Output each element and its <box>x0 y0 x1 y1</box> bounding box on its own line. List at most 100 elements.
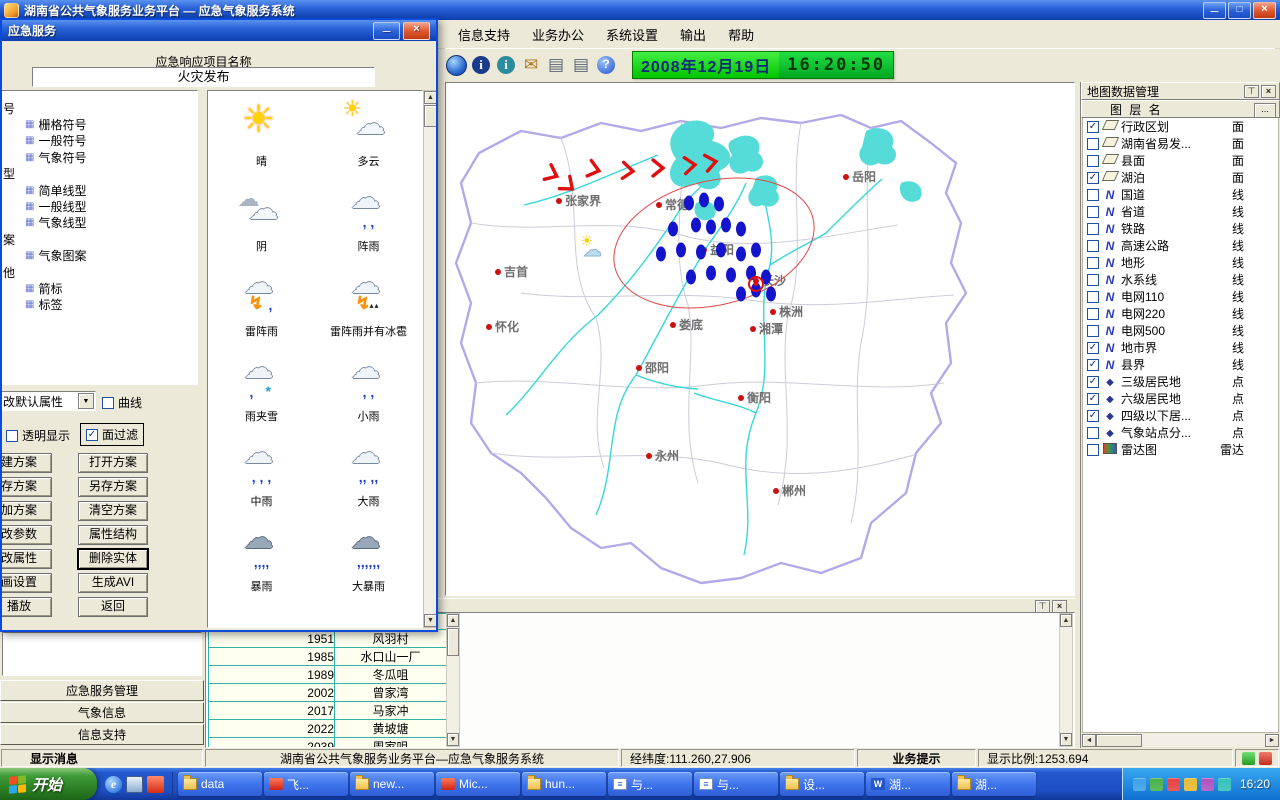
layer-row-19[interactable]: 雷达图雷达 <box>1083 441 1278 458</box>
scroll-up-icon[interactable] <box>424 91 437 104</box>
task-button-1[interactable]: 飞... <box>264 772 348 796</box>
layer-checkbox[interactable] <box>1087 427 1099 439</box>
dialog-left-button-5[interactable]: 画设置 <box>0 573 52 593</box>
table-row-7[interactable]: 2039周家咀 <box>209 738 447 749</box>
layer-checkbox[interactable] <box>1087 342 1099 354</box>
menu-item-4[interactable]: 帮助 <box>717 22 765 47</box>
table-row-1[interactable]: 1951风羽村 <box>209 630 447 648</box>
scroll-right-icon[interactable] <box>1265 734 1279 747</box>
layer-row-1[interactable]: 湖南省易发...面 <box>1083 135 1278 152</box>
task-button-4[interactable]: hun... <box>522 772 606 796</box>
dialog-minimize-icon[interactable] <box>373 22 400 40</box>
tree-item-9[interactable]: 气象图案 <box>1 248 197 264</box>
layer-row-2[interactable]: 县面面 <box>1083 152 1278 169</box>
table-row-2[interactable]: 1985水口山一厂 <box>209 648 447 666</box>
tree-item-5[interactable]: 简单线型 <box>1 182 197 198</box>
task-button-5[interactable]: 与... <box>608 772 692 796</box>
dialog-right-button-2[interactable]: 清空方案 <box>78 501 148 521</box>
layer-checkbox[interactable] <box>1087 257 1099 269</box>
task-button-3[interactable]: Mic... <box>436 772 520 796</box>
layer-row-8[interactable]: 地形线 <box>1083 254 1278 271</box>
layer-row-4[interactable]: 国道线 <box>1083 186 1278 203</box>
dialog-left-button-0[interactable]: 建方案 <box>0 453 52 473</box>
task-button-8[interactable]: 湖... <box>866 772 950 796</box>
layer-hscrollbar[interactable] <box>1082 734 1279 747</box>
table-scrollbar[interactable] <box>446 613 460 747</box>
tree-item-11[interactable]: 箭标 <box>1 280 197 296</box>
layer-row-11[interactable]: 电网220线 <box>1083 305 1278 322</box>
table-row-6[interactable]: 2022黄坡塘 <box>209 720 447 738</box>
layer-checkbox[interactable] <box>1087 359 1099 371</box>
scroll-up-icon[interactable] <box>447 614 459 627</box>
left-panel-button-2[interactable]: 信息支持 <box>0 724 204 745</box>
curve-checkbox[interactable]: 曲线 <box>102 394 142 411</box>
weather-symbol-11[interactable]: ☁,,,,,,大暴雨 <box>315 522 422 607</box>
layer-row-16[interactable]: 六级居民地点 <box>1083 390 1278 407</box>
layer-row-14[interactable]: 县界线 <box>1083 356 1278 373</box>
table-row-4[interactable]: 2002曾家湾 <box>209 684 447 702</box>
layer-row-7[interactable]: 高速公路线 <box>1083 237 1278 254</box>
menu-item-2[interactable]: 系统设置 <box>595 22 669 47</box>
pin-icon[interactable] <box>1244 85 1259 98</box>
tree-item-10[interactable]: 他 <box>1 264 197 280</box>
message-list[interactable] <box>2 632 202 676</box>
layer-checkbox[interactable] <box>1087 121 1099 133</box>
dialog-close-icon[interactable] <box>403 22 430 40</box>
layer-checkbox[interactable] <box>1087 444 1099 456</box>
tree-item-3[interactable]: 气象符号 <box>1 149 197 165</box>
tree-item-7[interactable]: 气象线型 <box>1 215 197 231</box>
layer-checkbox[interactable] <box>1087 325 1099 337</box>
weather-symbol-4[interactable]: ☁↯,雷阵雨 <box>208 267 315 352</box>
task-button-0[interactable]: data <box>178 772 262 796</box>
more-button[interactable]: ... <box>1254 103 1276 118</box>
layer-checkbox[interactable] <box>1087 189 1099 201</box>
table-row-3[interactable]: 1989冬瓜咀 <box>209 666 447 684</box>
map-area[interactable]: 张家界岳阳常德益阳长沙吉首怀化娄底株洲湘潭邵阳衡阳永州郴州☀☁ <box>445 82 1075 596</box>
chevron-down-icon[interactable] <box>78 393 94 409</box>
tree-item-6[interactable]: 一般线型 <box>1 198 197 214</box>
tray-icon-5[interactable] <box>1218 778 1231 791</box>
weather-symbol-2[interactable]: ☁☁阴 <box>208 182 315 267</box>
tray-icon-2[interactable] <box>1167 778 1180 791</box>
start-button[interactable]: 开始 <box>0 768 97 800</box>
dialog-left-button-2[interactable]: 加方案 <box>0 501 52 521</box>
dialog-right-button-6[interactable]: 返回 <box>78 597 148 617</box>
layer-row-13[interactable]: 地市界线 <box>1083 339 1278 356</box>
checkbox-checked-icon[interactable] <box>86 429 98 441</box>
tree-item-0[interactable]: 号 <box>1 100 197 116</box>
menu-item-0[interactable]: 信息支持 <box>447 22 521 47</box>
layer-checkbox[interactable] <box>1087 274 1099 286</box>
scroll-down-icon[interactable] <box>1060 733 1072 746</box>
face-filter-checkbox[interactable]: 面过滤 <box>80 423 144 446</box>
layer-row-10[interactable]: 电网110线 <box>1083 288 1278 305</box>
default-attr-combo[interactable]: 改默认属性 <box>0 391 96 411</box>
tray-icon-3[interactable] <box>1184 778 1197 791</box>
dialog-left-button-3[interactable]: 改参数 <box>0 525 52 545</box>
layer-checkbox[interactable] <box>1087 308 1099 320</box>
dialog-titlebar[interactable]: 应急服务 <box>2 20 436 41</box>
layer-row-17[interactable]: 四级以下居...点 <box>1083 407 1278 424</box>
dialog-left-button-4[interactable]: 改属性 <box>0 549 52 569</box>
scroll-thumb[interactable] <box>447 628 459 656</box>
scroll-down-icon[interactable] <box>424 614 437 627</box>
scroll-left-icon[interactable] <box>1082 734 1096 747</box>
layer-row-12[interactable]: 电网500线 <box>1083 322 1278 339</box>
weather-symbol-10[interactable]: ☁,,,,暴雨 <box>208 522 315 607</box>
layer-row-3[interactable]: 湖泊面 <box>1083 169 1278 186</box>
layer-row-5[interactable]: 省道线 <box>1083 203 1278 220</box>
layer-checkbox[interactable] <box>1087 172 1099 184</box>
weather-symbol-7[interactable]: ☁, ,小雨 <box>315 352 422 437</box>
weather-symbol-9[interactable]: ☁,, ,,大雨 <box>315 437 422 522</box>
layer-row-15[interactable]: 三级居民地点 <box>1083 373 1278 390</box>
minimize-icon[interactable] <box>1203 2 1226 19</box>
task-button-6[interactable]: 与... <box>694 772 778 796</box>
layer-row-0[interactable]: 行政区划面 <box>1083 118 1278 135</box>
tray-icon-0[interactable] <box>1133 778 1146 791</box>
table-row-5[interactable]: 2017马家冲 <box>209 702 447 720</box>
menu-item-1[interactable]: 业务办公 <box>521 22 595 47</box>
scroll-thumb[interactable] <box>1096 734 1142 747</box>
layer-checkbox[interactable] <box>1087 410 1099 422</box>
red-app-icon[interactable] <box>147 776 164 793</box>
tray-icon-1[interactable] <box>1150 778 1163 791</box>
scroll-thumb[interactable] <box>424 105 437 127</box>
